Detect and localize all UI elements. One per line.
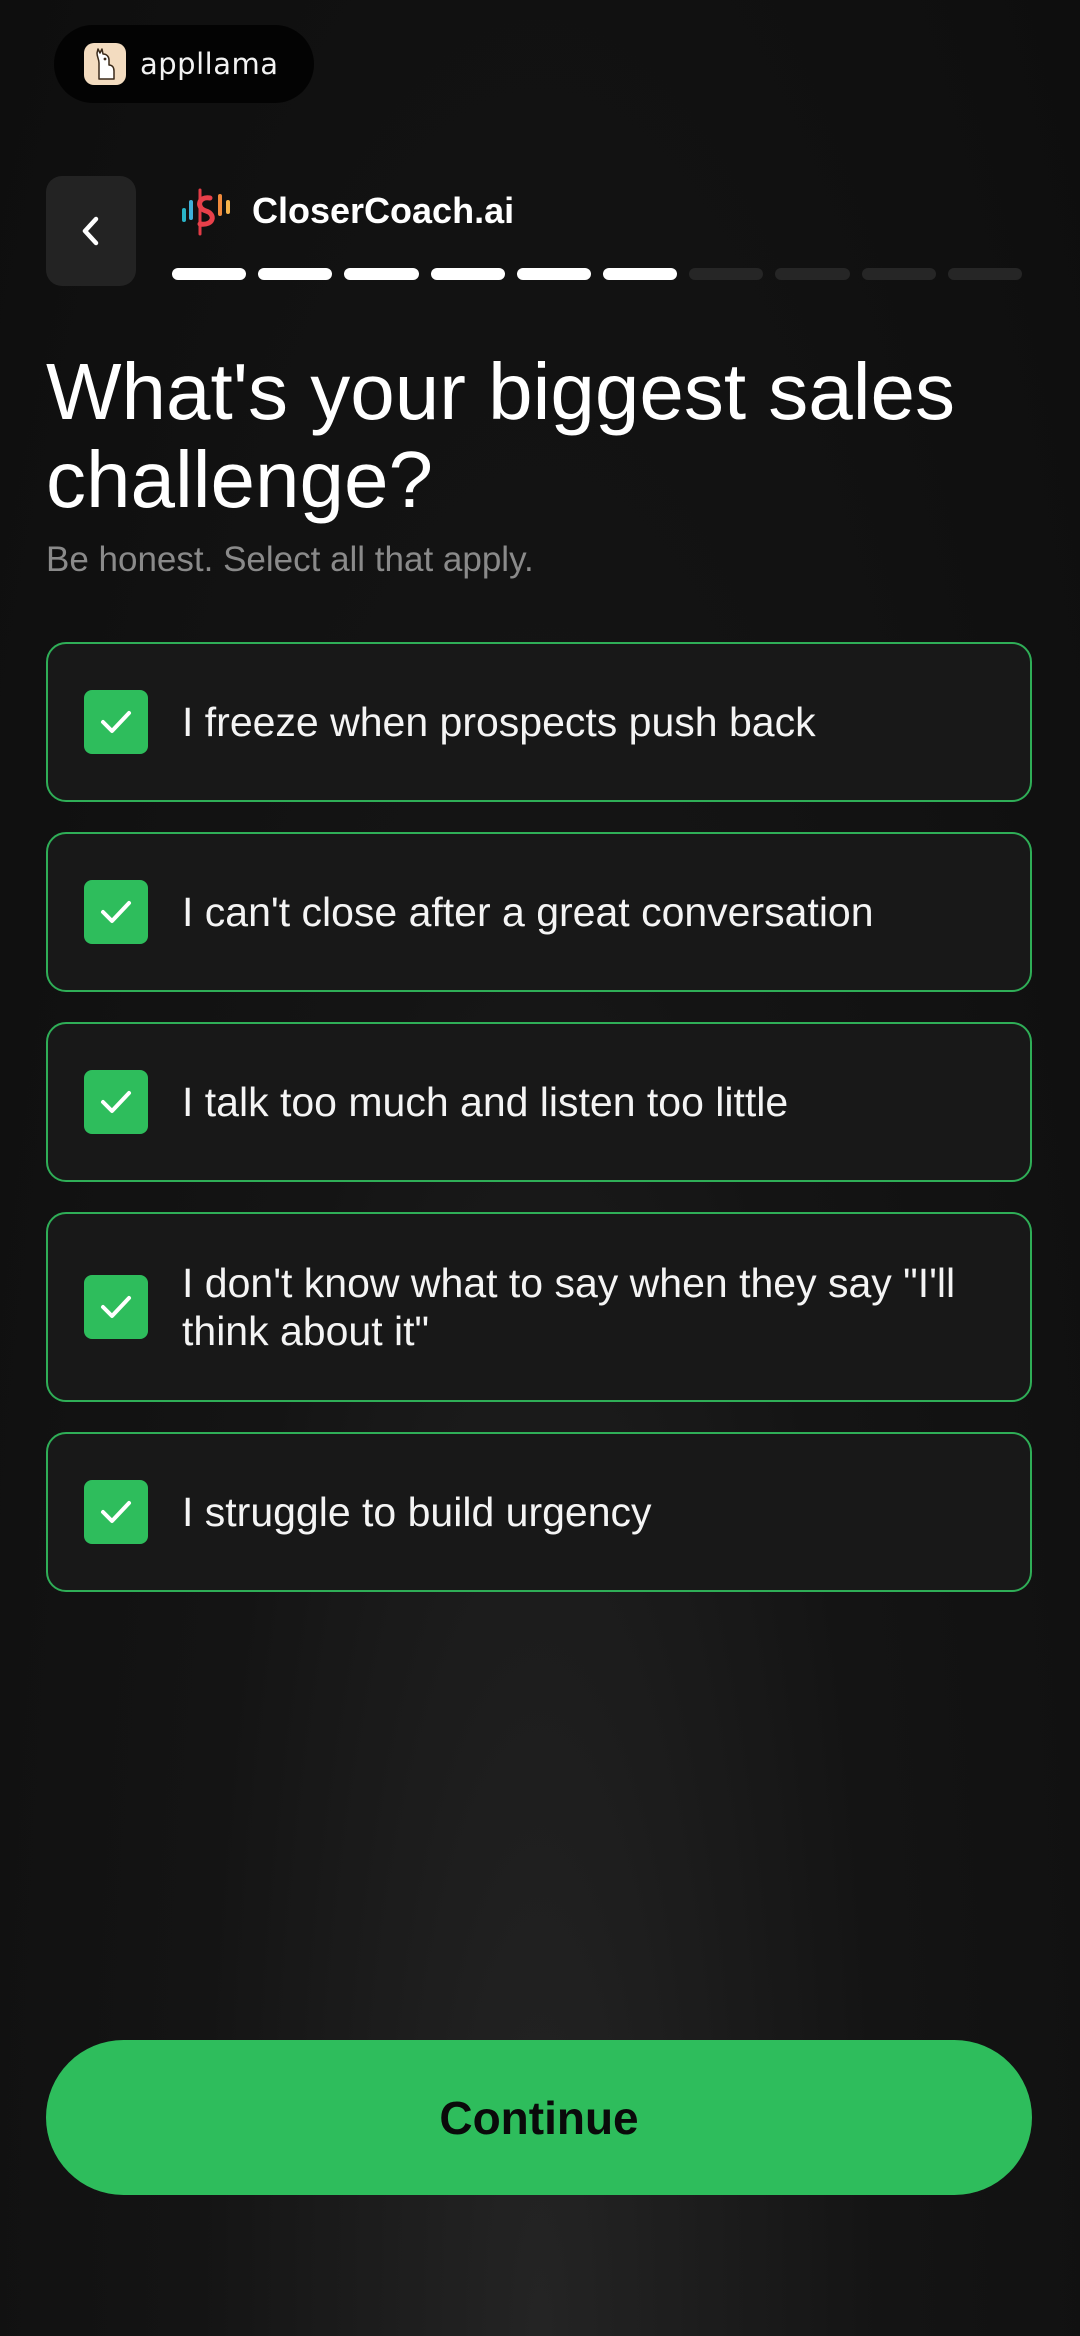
checkmark-icon: [101, 1091, 131, 1113]
progress-step-pending: [947, 268, 1023, 280]
closer-coach-logo-icon: [182, 188, 230, 236]
option-label: I can't close after a great conversation: [182, 889, 874, 935]
progress-step-pending: [775, 268, 850, 280]
progress-bar: [172, 268, 1023, 280]
progress-step-complete: [430, 268, 505, 280]
option-label: I talk too much and listen too little: [182, 1079, 789, 1125]
llama-icon: [84, 43, 126, 85]
checkbox-checked[interactable]: [84, 1070, 148, 1134]
progress-step-complete: [603, 268, 678, 280]
progress-step-complete: [258, 268, 333, 280]
progress-step-complete: [516, 268, 592, 280]
checkmark-icon: [101, 901, 131, 923]
checkbox-checked[interactable]: [84, 1480, 148, 1544]
chevron-left-icon: [82, 216, 99, 246]
checkmark-icon: [101, 1501, 131, 1523]
checkbox-checked[interactable]: [84, 690, 148, 754]
option-cant-close[interactable]: I can't close after a great conversation: [46, 832, 1032, 992]
appllama-label: appllama: [140, 47, 279, 81]
page-title: What's your biggest sales challenge?: [46, 347, 956, 524]
option-label: I freeze when prospects push back: [182, 699, 816, 745]
option-talk-too-much[interactable]: I talk too much and listen too little: [46, 1022, 1032, 1182]
progress-step-pending: [861, 268, 936, 280]
progress-step-complete: [172, 268, 247, 280]
app-header: CloserCoach.ai: [176, 180, 514, 242]
onboarding-screen: appllama CloserCoach.ai What's your bigg…: [0, 0, 1080, 2336]
checkmark-icon: [101, 711, 131, 733]
option-think-about-it[interactable]: I don't know what to say when they say "…: [46, 1212, 1032, 1402]
checkbox-checked[interactable]: [84, 880, 148, 944]
checkbox-checked[interactable]: [84, 1275, 148, 1339]
page-subtitle: Be honest. Select all that apply.: [46, 540, 534, 579]
progress-step-pending: [689, 268, 764, 280]
continue-button[interactable]: Continue: [46, 2040, 1032, 2195]
progress-step-complete: [344, 268, 419, 280]
option-label: I struggle to build urgency: [182, 1489, 652, 1535]
option-build-urgency[interactable]: I struggle to build urgency: [46, 1432, 1032, 1592]
checkmark-icon: [101, 1296, 131, 1318]
option-freeze-pushback[interactable]: I freeze when prospects push back: [46, 642, 1032, 802]
back-button[interactable]: [46, 176, 136, 286]
app-name: CloserCoach.ai: [252, 190, 515, 231]
option-label: I don't know what to say when they say "…: [182, 1260, 956, 1354]
appllama-badge: appllama: [54, 25, 314, 103]
